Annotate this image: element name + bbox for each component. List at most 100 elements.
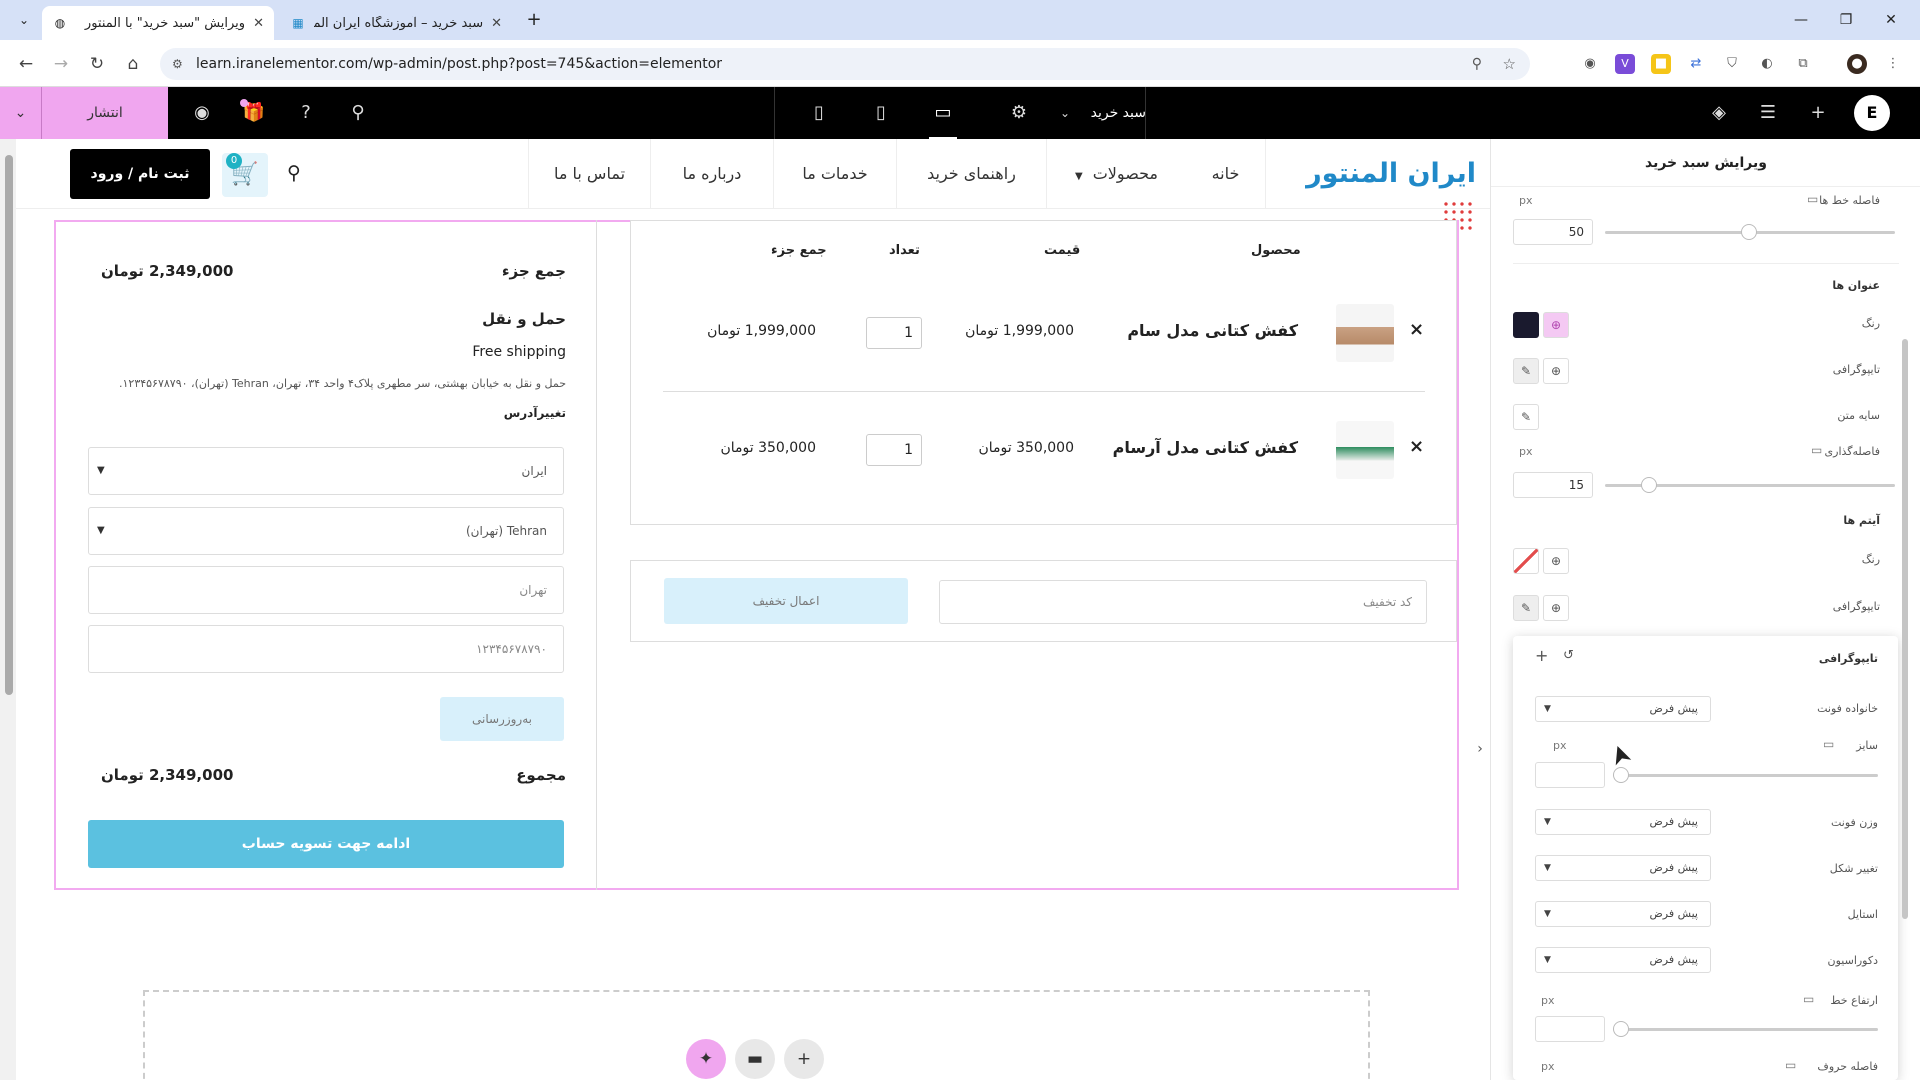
spacing-input[interactable]: 15 <box>1513 472 1593 498</box>
change-address-link[interactable]: تغییرآدرس <box>504 406 566 420</box>
edit-pencil-icon[interactable]: ✎ <box>1513 595 1539 621</box>
no-color-swatch[interactable] <box>1513 548 1539 574</box>
slider-handle[interactable] <box>1641 477 1657 493</box>
close-tab-icon[interactable]: ✕ <box>253 16 264 31</box>
add-element-plus-icon[interactable]: + <box>1804 99 1832 127</box>
global-typography-icon[interactable]: ⊕ <box>1543 595 1569 621</box>
avatar[interactable]: ● <box>1847 54 1867 74</box>
edit-pencil-icon[interactable]: ✎ <box>1513 404 1539 430</box>
add-section-plus-icon[interactable]: + <box>784 1039 824 1079</box>
shield-extension-icon[interactable]: ⛉ <box>1722 54 1742 74</box>
quantity-input[interactable]: 1 <box>866 434 922 466</box>
city-field[interactable]: تهران <box>88 566 564 614</box>
update-shipping-button[interactable]: به‌روزرسانی <box>440 697 564 741</box>
desktop-icon[interactable]: ▭ <box>1811 443 1822 457</box>
product-thumbnail[interactable] <box>1336 421 1394 479</box>
bookmark-star-icon[interactable]: ☆ <box>1503 48 1516 80</box>
transform-select[interactable]: پیش فرض ▼ <box>1535 855 1711 881</box>
country-select[interactable]: ایران ▼ <box>88 447 564 495</box>
coupon-input[interactable]: کد تخفیف <box>939 580 1427 624</box>
tab-list-chevron-icon[interactable]: ⌄ <box>14 10 34 30</box>
browser-menu-icon[interactable]: ⋮ <box>1883 54 1903 74</box>
apply-coupon-button[interactable]: اعمال تخفیف <box>664 578 908 624</box>
new-tab-icon[interactable]: + <box>522 8 546 32</box>
preview-eye-icon[interactable]: ◉ <box>188 99 216 127</box>
remove-item-icon[interactable]: × <box>1409 436 1424 457</box>
zoom-icon[interactable]: ⚲ <box>1472 48 1482 80</box>
canvas-scrollbar[interactable] <box>0 139 16 1080</box>
line-height-slider[interactable] <box>1613 1028 1878 1031</box>
quantity-input[interactable]: 1 <box>866 317 922 349</box>
address-bar[interactable]: ⚙ learn.iranelementor.com/wp-admin/post.… <box>160 48 1530 80</box>
unit-selector[interactable]: px <box>1519 194 1533 207</box>
product-name[interactable]: کفش کتانی مدل آرسام <box>1113 438 1298 457</box>
browser-tab-cart[interactable]: ▦ سبد خرید – آموزشگاه ایران المنتور ✕ <box>280 6 512 40</box>
publish-button[interactable]: انتشار <box>42 87 168 139</box>
restore-icon[interactable]: ❐ <box>1831 8 1861 32</box>
edit-pencil-icon[interactable]: ✎ <box>1513 358 1539 384</box>
page-settings-gear-icon[interactable]: ⚙ <box>1005 99 1033 127</box>
reload-icon[interactable]: ↻ <box>85 52 109 76</box>
nav-buying-guide[interactable]: راهنمای خرید <box>896 139 1046 209</box>
checkout-button[interactable]: ادامه جهت تسویه حساب <box>88 820 564 868</box>
template-library-folder-icon[interactable]: ▬ <box>735 1039 775 1079</box>
site-settings-sliders-icon[interactable]: ☰ <box>1754 99 1782 127</box>
nav-contact[interactable]: تماس با ما <box>528 139 650 209</box>
font-family-select[interactable]: پیش فرض ▼ <box>1535 696 1711 722</box>
nav-about[interactable]: درباره ما <box>650 139 773 209</box>
close-tab-icon[interactable]: ✕ <box>491 16 502 31</box>
sync-extension-icon[interactable]: ⇄ <box>1686 54 1706 74</box>
product-name[interactable]: کفش کتانی مدل سام <box>1127 321 1298 340</box>
size-slider[interactable] <box>1613 774 1878 777</box>
add-plus-icon[interactable]: + <box>1535 646 1548 665</box>
slider-handle[interactable] <box>1613 767 1629 783</box>
scrollbar-thumb[interactable] <box>1902 339 1908 919</box>
yellow-extension-icon[interactable]: ■ <box>1651 54 1671 74</box>
nav-products[interactable]: محصولات▼ <box>1046 139 1186 209</box>
forward-icon[interactable]: → <box>49 52 73 76</box>
line-height-input[interactable] <box>1535 1016 1605 1042</box>
decoration-select[interactable]: پیش فرض ▼ <box>1535 947 1711 973</box>
document-title[interactable]: سبد خرید <box>1050 87 1146 139</box>
remove-item-icon[interactable]: × <box>1409 319 1424 340</box>
home-icon[interactable]: ⌂ <box>121 52 145 76</box>
close-window-icon[interactable]: ✕ <box>1876 8 1906 32</box>
structure-layers-icon[interactable]: ◈ <box>1705 99 1733 127</box>
unit-selector[interactable]: px <box>1541 994 1555 1007</box>
global-color-icon[interactable]: ⊕ <box>1543 312 1569 338</box>
slider-handle[interactable] <box>1741 224 1757 240</box>
browser-tab-editor[interactable]: ◍ ویرایش "سبد خرید" با المنتور ✕ <box>42 6 274 40</box>
panel-scrollbar[interactable] <box>1902 139 1910 1080</box>
desktop-icon[interactable]: ▭ <box>1823 737 1834 751</box>
back-icon[interactable]: ← <box>14 52 38 76</box>
publish-options-chevron-icon[interactable]: ⌄ <box>0 87 42 139</box>
unit-selector[interactable]: px <box>1541 1060 1555 1073</box>
desktop-device-icon[interactable]: ▭ <box>929 99 957 139</box>
minimize-icon[interactable]: — <box>1786 8 1816 32</box>
postcode-field[interactable]: ۱۲۳۴۵۶۷۸۷۹۰ <box>88 625 564 673</box>
extensions-puzzle-icon[interactable]: ⧉ <box>1793 54 1813 74</box>
color-swatch[interactable] <box>1513 312 1539 338</box>
help-icon[interactable]: ? <box>292 99 320 127</box>
style-select[interactable]: پیش فرض ▼ <box>1535 901 1711 927</box>
reset-icon[interactable]: ↺ <box>1563 648 1574 663</box>
profile-extension-icon[interactable]: ◐ <box>1757 54 1777 74</box>
mobile-device-icon[interactable]: ▯ <box>805 99 833 127</box>
desktop-icon[interactable]: ▭ <box>1803 992 1814 1006</box>
elementor-logo-icon[interactable]: E <box>1854 95 1890 131</box>
site-logo[interactable]: ایران المنتور <box>1276 153 1476 234</box>
nav-services[interactable]: خدمات ما <box>773 139 896 209</box>
nav-home[interactable]: خانه <box>1186 139 1266 209</box>
desktop-icon[interactable]: ▭ <box>1785 1058 1796 1072</box>
scrollbar-thumb[interactable] <box>5 155 13 695</box>
global-typography-icon[interactable]: ⊕ <box>1543 358 1569 384</box>
tablet-device-icon[interactable]: ▯ <box>867 99 895 127</box>
camera-extension-icon[interactable]: ◉ <box>1580 54 1600 74</box>
unit-selector[interactable]: px <box>1519 445 1533 458</box>
slider-handle[interactable] <box>1613 1021 1629 1037</box>
size-input[interactable] <box>1535 762 1605 788</box>
ai-sparkle-icon[interactable]: ✦ <box>686 1039 726 1079</box>
font-weight-select[interactable]: پیش فرض ▼ <box>1535 809 1711 835</box>
line-spacing-input[interactable]: 50 <box>1513 219 1593 245</box>
v-extension-icon[interactable]: V <box>1615 54 1635 74</box>
